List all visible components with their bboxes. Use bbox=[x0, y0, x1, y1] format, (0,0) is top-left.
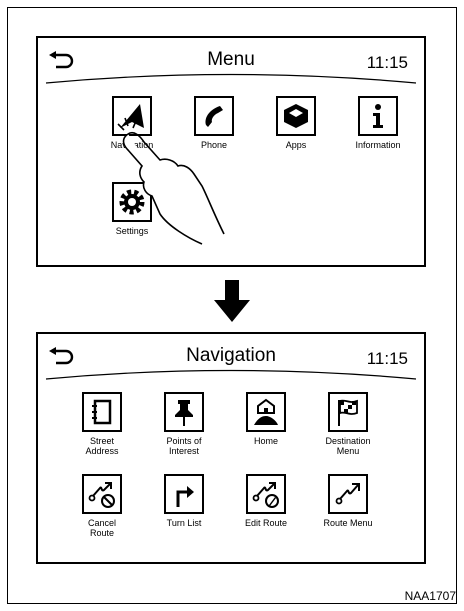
checkered-flag-icon bbox=[338, 399, 358, 426]
nav-item-street-address[interactable]: Street Address bbox=[62, 392, 142, 456]
turn-arrow-icon bbox=[176, 486, 194, 507]
apps-cube-icon bbox=[284, 104, 308, 128]
menu-item-apps[interactable]: Apps bbox=[256, 96, 336, 150]
phone-icon bbox=[205, 106, 223, 127]
menu-item-settings[interactable]: Settings bbox=[92, 182, 172, 236]
cancel-route-icon bbox=[88, 482, 115, 508]
down-arrow-icon bbox=[214, 280, 250, 322]
navigation-screen: Navigation 11:15 Street Address Points o… bbox=[36, 332, 426, 564]
header-divider bbox=[45, 369, 417, 380]
title-bar: Navigation 11:15 bbox=[38, 334, 424, 380]
menu-item-label: Navigation bbox=[110, 140, 154, 150]
home-flag-icon bbox=[254, 398, 278, 425]
info-icon bbox=[373, 104, 383, 128]
nav-item-label: Turn List bbox=[166, 518, 202, 528]
nav-item-cancel-route[interactable]: Cancel Route bbox=[62, 474, 142, 538]
figure-code: NAA1707 bbox=[404, 589, 456, 603]
nav-item-route-menu[interactable]: Route Menu bbox=[308, 474, 388, 528]
nav-item-turn-list[interactable]: Turn List bbox=[144, 474, 224, 528]
nav-item-edit-route[interactable]: Edit Route bbox=[226, 474, 306, 528]
menu-item-information[interactable]: Information bbox=[338, 96, 418, 150]
nav-item-label: Edit Route bbox=[244, 518, 288, 528]
menu-item-navigation[interactable]: Navigation bbox=[92, 96, 172, 150]
route-icon bbox=[335, 483, 360, 505]
nav-item-label: Cancel Route bbox=[87, 518, 116, 538]
edit-route-icon bbox=[252, 482, 279, 508]
pushpin-icon bbox=[175, 400, 193, 426]
header-divider bbox=[45, 73, 417, 84]
nav-item-destination-menu[interactable]: Destination Menu bbox=[308, 392, 388, 456]
nav-item-points-of-interest[interactable]: Points of Interest bbox=[144, 392, 224, 456]
menu-screen: Menu 11:15 Navigation Phone Apps Informa… bbox=[36, 36, 426, 267]
title-bar: Menu 11:15 bbox=[38, 38, 424, 84]
menu-item-phone[interactable]: Phone bbox=[174, 96, 254, 150]
address-book-icon bbox=[92, 399, 112, 425]
gear-icon bbox=[119, 189, 145, 215]
nav-item-label: Points of Interest bbox=[166, 436, 202, 456]
menu-item-label: Phone bbox=[200, 140, 228, 150]
nav-item-label: Destination Menu bbox=[325, 436, 371, 456]
nav-item-home[interactable]: Home bbox=[226, 392, 306, 446]
menu-item-label: Settings bbox=[115, 226, 149, 236]
nav-item-label: Street Address bbox=[85, 436, 119, 456]
menu-item-label: Apps bbox=[285, 140, 307, 150]
navigation-arrow-icon bbox=[120, 104, 144, 128]
menu-item-label: Information bbox=[355, 140, 401, 150]
nav-item-label: Route Menu bbox=[323, 518, 373, 528]
nav-item-label: Home bbox=[253, 436, 278, 446]
